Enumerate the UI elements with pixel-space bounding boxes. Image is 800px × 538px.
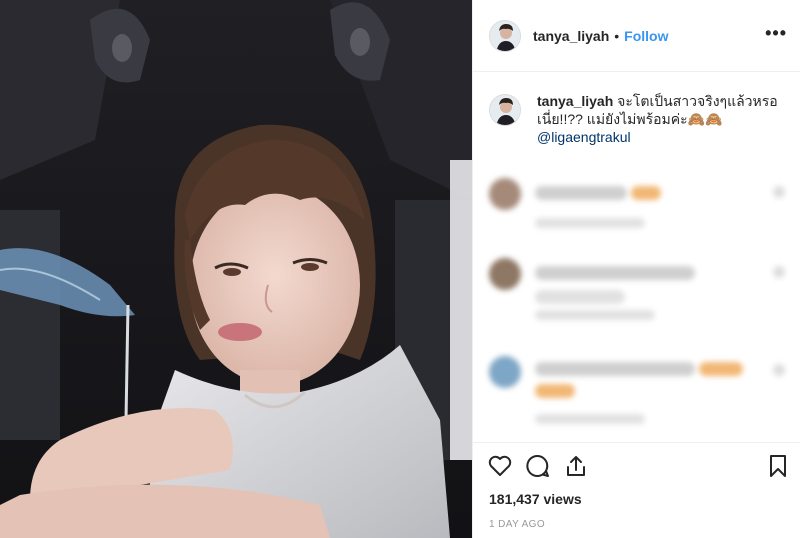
follow-button[interactable]: Follow — [624, 28, 668, 44]
post-actions: 181,437 views 1 DAY AGO — [473, 442, 800, 538]
caption-username[interactable]: tanya_liyah — [537, 93, 613, 109]
comment-meta — [535, 218, 645, 228]
caption-mention[interactable]: @ligaengtrakul — [537, 129, 631, 145]
comment-meta — [535, 414, 645, 424]
bookmark-icon[interactable] — [765, 453, 791, 479]
comment-meta — [535, 310, 655, 320]
video-frame — [0, 0, 472, 538]
comment-item[interactable] — [489, 160, 789, 240]
header-separator: • — [614, 27, 620, 44]
heart-icon[interactable] — [487, 453, 513, 479]
comment-like-icon[interactable] — [773, 266, 785, 278]
author-username[interactable]: tanya_liyah — [533, 28, 609, 44]
comment-text — [535, 266, 695, 280]
comment-avatar[interactable] — [489, 178, 521, 210]
comment-emoji — [631, 186, 661, 200]
comment-icon[interactable] — [525, 453, 551, 479]
comment-like-icon[interactable] — [773, 186, 785, 198]
comment-avatar[interactable] — [489, 258, 521, 290]
share-icon[interactable] — [563, 453, 589, 479]
caption-avatar[interactable] — [489, 94, 521, 126]
post-caption: tanya_liyah จะโตเป็นสาวจริงๆแล้วหรอเนี่ย… — [489, 92, 789, 146]
post-side-panel: tanya_liyah • Follow ••• tanya_liyah จะโ… — [472, 0, 800, 538]
comment-avatar[interactable] — [489, 356, 521, 388]
view-count[interactable]: 181,437 views — [489, 491, 582, 507]
comment-item[interactable] — [489, 240, 789, 320]
comment-emoji — [699, 362, 743, 376]
author-avatar[interactable] — [489, 19, 521, 52]
post-timestamp[interactable]: 1 DAY AGO — [489, 519, 545, 530]
caption-text-block: tanya_liyah จะโตเป็นสาวจริงๆแล้วหรอเนี่ย… — [537, 92, 789, 146]
comment-text — [535, 186, 627, 200]
more-options-icon[interactable]: ••• — [765, 24, 787, 42]
comments-list[interactable] — [473, 160, 800, 442]
avatar-image — [490, 95, 520, 125]
comment-emoji — [535, 384, 575, 398]
comment-like-icon[interactable] — [773, 364, 785, 376]
avatar-image — [490, 20, 520, 51]
instagram-post: tanya_liyah • Follow ••• tanya_liyah จะโ… — [0, 0, 800, 538]
comment-item[interactable] — [489, 338, 789, 424]
comment-text — [535, 362, 695, 376]
post-video[interactable] — [0, 0, 472, 538]
post-header: tanya_liyah • Follow ••• — [473, 0, 800, 72]
comment-meta — [535, 290, 625, 304]
